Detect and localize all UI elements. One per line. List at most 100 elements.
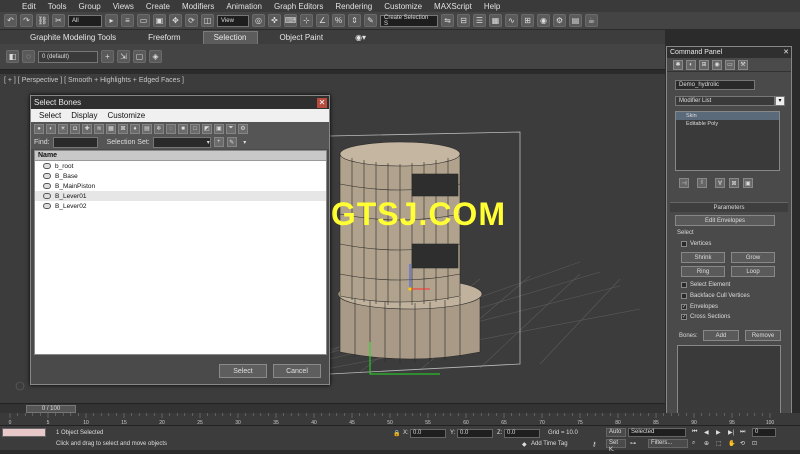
utilities-tab-icon[interactable]: ⚒ [738, 59, 748, 70]
z-coordinate-field[interactable]: 0.0 [504, 429, 540, 438]
find-input[interactable] [52, 136, 98, 148]
list-header-name[interactable]: Name [35, 151, 326, 161]
display-geometry-icon[interactable]: ● [34, 123, 44, 134]
display-lights-icon[interactable]: ☀ [58, 123, 68, 134]
dialog-menu-select[interactable]: Select [39, 111, 61, 120]
maxscript-listener-field[interactable] [2, 428, 46, 437]
menu-group[interactable]: Group [78, 2, 100, 11]
reference-coordinate-dropdown[interactable]: View [217, 14, 249, 27]
go-to-end-icon[interactable]: ⏭ [740, 429, 745, 436]
pan-icon[interactable]: ✋ [728, 440, 735, 447]
curve-editor-icon[interactable]: ∿ [505, 14, 518, 27]
modify-tab-icon[interactable]: ◐ [686, 59, 696, 70]
menu-rendering[interactable]: Rendering [335, 2, 372, 11]
layer-icon[interactable]: ◧ [6, 50, 19, 63]
close-icon[interactable]: ✕ [317, 97, 327, 108]
material-editor-icon[interactable]: ◉ [537, 14, 550, 27]
display-groups-icon[interactable]: ▦ [106, 123, 116, 134]
create-tab-icon[interactable]: ✱ [673, 59, 683, 70]
dialog-titlebar[interactable]: Select Bones ✕ [31, 96, 329, 109]
display-bones-icon[interactable]: ♦ [130, 123, 140, 134]
menu-help[interactable]: Help [484, 2, 500, 11]
backface-cull-checkbox[interactable]: Backface Cull Vertices [681, 293, 750, 299]
named-selection-dropdown[interactable]: Create Selection S [380, 14, 438, 27]
menu-tools[interactable]: Tools [48, 2, 67, 11]
menu-maxscript[interactable]: MAXScript [434, 2, 472, 11]
object-name-field[interactable]: Demo_hydrolic [675, 80, 755, 90]
configure-sets-icon[interactable]: ▣ [743, 178, 753, 188]
display-none-icon[interactable]: □ [190, 123, 200, 134]
add-bone-button[interactable]: Add [703, 330, 739, 341]
shrink-button[interactable]: Shrink [681, 252, 725, 263]
menu-views[interactable]: Views [113, 2, 134, 11]
play-icon[interactable]: ▶ [716, 429, 721, 436]
tab-graphite-modeling-tools[interactable]: Graphite Modeling Tools [20, 32, 126, 44]
stack-item-editable-poly[interactable]: Editable Poly [676, 120, 779, 128]
link-icon[interactable]: ⛓ [36, 14, 49, 27]
add-to-layer-icon[interactable]: ⇲ [117, 50, 130, 63]
layer-visibility-icon[interactable]: ◌ [22, 50, 35, 63]
zoom-all-icon[interactable]: ⊕ [704, 440, 709, 447]
key-filter-icon[interactable]: ⊶ [630, 440, 636, 447]
tab-freeform[interactable]: Freeform [138, 32, 190, 44]
edit-set-icon[interactable]: ✎ [226, 137, 237, 147]
render-icon[interactable]: ☕ [585, 14, 598, 27]
show-end-result-icon[interactable]: I [697, 178, 707, 188]
angle-snap-icon[interactable]: ∠ [316, 14, 329, 27]
close-icon[interactable]: ✕ [783, 47, 791, 58]
envelopes-checkbox[interactable]: ✓ Envelopes [681, 304, 718, 310]
parameters-rollout-title[interactable]: Parameters [670, 202, 788, 212]
menu-create[interactable]: Create [146, 2, 170, 11]
menu-modifiers[interactable]: Modifiers [182, 2, 214, 11]
select-all-icon[interactable]: ▣ [214, 123, 224, 134]
select-by-name-icon[interactable]: ≡ [121, 14, 134, 27]
go-to-start-icon[interactable]: ⏮ [692, 429, 697, 436]
make-unique-icon[interactable]: ∀ [715, 178, 725, 188]
selection-set-dropdown[interactable]: ▾ [152, 136, 211, 148]
key-mode-dropdown[interactable]: Selected [628, 428, 686, 437]
set-key-button[interactable]: Set K. [606, 439, 626, 453]
display-tab-icon[interactable]: ▭ [725, 59, 735, 70]
rotate-icon[interactable]: ⟳ [185, 14, 198, 27]
time-slider-track[interactable]: 0 / 100 [0, 403, 665, 413]
select-object-icon[interactable]: ▸ [105, 14, 118, 27]
pin-stack-icon[interactable]: ⊣ [679, 178, 689, 188]
list-item[interactable]: B_MainPiston [35, 181, 326, 191]
next-frame-icon[interactable]: ▶| [728, 429, 734, 436]
track-bar[interactable]: 0 5 10 15 20 25 30 35 40 45 50 55 60 65 70 75 80 85 90 95 10… [0, 413, 800, 426]
key-filters-button[interactable]: Filters... [648, 439, 688, 448]
new-layer-icon[interactable]: + [101, 50, 114, 63]
menu-edit[interactable]: Edit [22, 2, 36, 11]
spinner-snap-icon[interactable]: ⇕ [348, 14, 361, 27]
scale-icon[interactable]: ◫ [201, 14, 214, 27]
schematic-view-icon[interactable]: ⊞ [521, 14, 534, 27]
display-cameras-icon[interactable]: ◘ [70, 123, 80, 134]
filter-options-icon[interactable]: ⚙ [238, 123, 248, 134]
orbit-icon[interactable]: ⟲ [740, 440, 745, 447]
display-frozen-icon[interactable]: ❄ [154, 123, 164, 134]
display-all-icon[interactable]: ■ [178, 123, 188, 134]
maximize-viewport-icon[interactable]: ⊡ [752, 440, 757, 447]
graphite-toggle-icon[interactable]: ▦ [489, 14, 502, 27]
current-frame-field[interactable]: 0 [752, 428, 776, 437]
stack-item-skin[interactable]: Skin [676, 112, 779, 120]
display-containers-icon[interactable]: ▤ [142, 123, 152, 134]
keyboard-shortcut-icon[interactable]: ⌨ [284, 14, 297, 27]
edit-named-sets-icon[interactable]: ✎ [364, 14, 377, 27]
undo-icon[interactable]: ↶ [4, 14, 17, 27]
time-tag-icon[interactable]: ◆ [522, 441, 527, 448]
dialog-menu-customize[interactable]: Customize [107, 111, 145, 120]
set-current-layer-icon[interactable]: ◈ [149, 50, 162, 63]
display-warps-icon[interactable]: ≋ [94, 123, 104, 134]
mirror-icon[interactable]: ⇋ [441, 14, 454, 27]
loop-button[interactable]: Loop [731, 266, 775, 277]
ring-button[interactable]: Ring [681, 266, 725, 277]
list-item[interactable]: B_Lever02 [35, 201, 326, 211]
select-manipulate-icon[interactable]: ✜ [268, 14, 281, 27]
display-invert-icon[interactable]: ◩ [202, 123, 212, 134]
remove-bone-button[interactable]: Remove [745, 330, 781, 341]
region-select-icon[interactable]: ▭ [137, 14, 150, 27]
layer-dropdown[interactable]: 0 (default) [38, 50, 98, 63]
filter-icon[interactable]: ⏷ [226, 123, 236, 134]
rendered-frame-icon[interactable]: ▤ [569, 14, 582, 27]
